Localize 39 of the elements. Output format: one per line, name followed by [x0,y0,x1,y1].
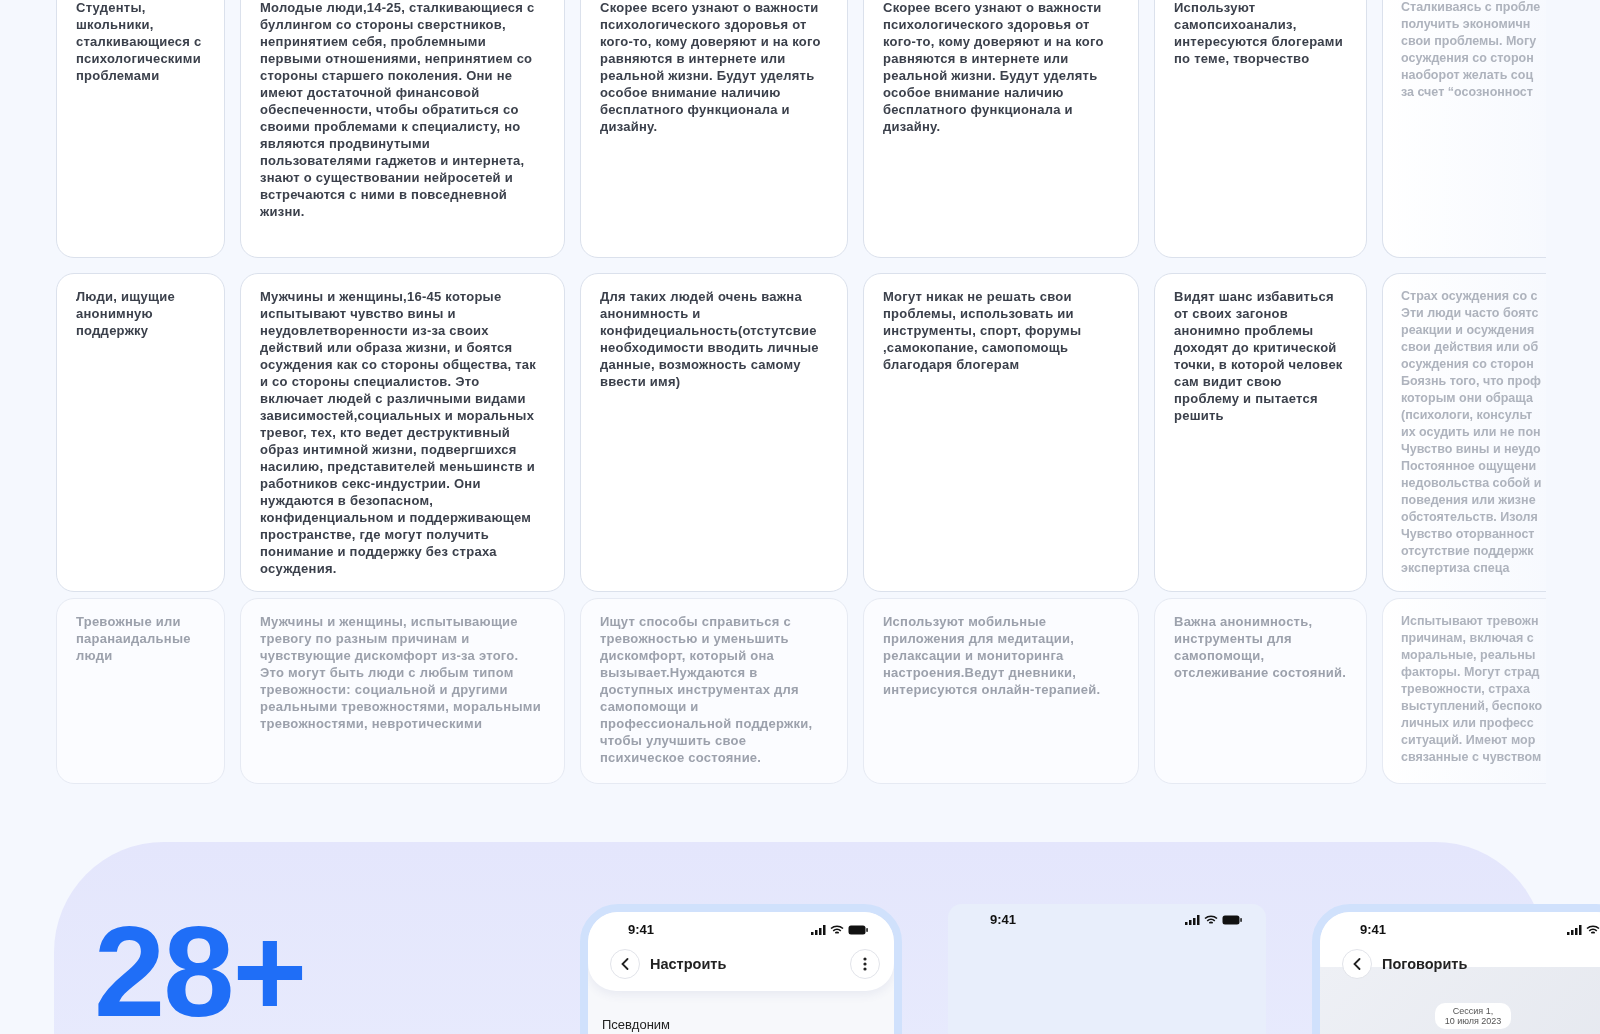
table-cell: Страх осуждения со с Эти люди часто боятс реакции и осуждения свои действия или об осуждения со сторон Боязнь того, что проф которым они обраща (психологи, консульт их осудить или не пон Чувство вины и неудо Постоянное ощущени недовольства собой и поведения или жизне обстоятельств. Изоля Чувство оторванност отсутствие поддержк экспертиза спеца [1382,273,1546,592]
battery-icon [1222,914,1242,925]
table-cell: Для таких людей очень важна анонимность и конфидециальность(отстутсвие необходимости вводить личные данные, возможность самому ввести имя) [580,273,848,592]
status-time: 9:41 [990,912,1017,927]
chevron-left-icon [621,958,629,970]
table-cell: Видят шанс избавиться от своих загонов анонимно проблемы доходят до критической точки, в которой человек сам видит свою проблему и пытается решить [1154,273,1367,592]
signal-icon [1185,914,1200,925]
table-cell: Скорее всего узнают о важности психологического здоровья от кого-то, кому доверяют и на кого равняются в интернете или реальной жизни. Будут уделять особое внимание наличию бесплатного функционала и дизайну. [580,0,848,258]
chevron-left-icon [1353,958,1361,970]
table-cell: Люди, ищущие анонимную поддержку [56,273,225,592]
status-time: 9:41 [628,922,655,937]
table-cell: Тревожные или паранаидальные люди [56,598,225,784]
signal-icon [1567,924,1582,935]
table-cell: Могут никак не решать свои проблемы, использовать ии инструменты, спорт, форумы ,самокопание, самопомощь благодаря блогерам [863,273,1139,592]
back-button[interactable] [1342,949,1372,979]
status-time: 9:41 [1360,922,1387,937]
wifi-icon [830,924,844,935]
table-cell: Скорее всего узнают о важности психологического здоровья от кого-то, кому доверяют и на кого равняются в интернете или реальной жизни. Будут уделять особое внимание наличию бесплатного функционала и дизайну. [863,0,1139,258]
wifi-icon [1586,924,1600,935]
field-label: Псевдоним [602,1017,671,1032]
table-cell: Используют самопсихоанализ, интересуются блогерами по теме, творчество [1154,0,1367,258]
table-cell: Испытывают тревожн причинам, включая с моральные, реальны факторы. Могут страд тревожности, страха выступлений, беспоко личных или професс ситуаций. Имеют мор связанные с чувством [1382,598,1546,784]
table-cell: Используют мобильные приложения для медитации, релаксации и мониторинга настроения.Ведут дневники, интерисуются онлайн-терапией. [863,598,1139,784]
table-cell: Сталкиваясь с пробле получить экономичн свои проблемы. Могу осуждения со сторон наоборот желать соц за счет “осознонност [1382,0,1546,258]
table-cell: Студенты, школьники, сталкивающиеся с психологическими проблемами [56,0,225,258]
back-button[interactable] [610,949,640,979]
more-icon [863,957,867,971]
table-cell: Мужчины и женщины, испытывающие тревогу по разным причинам и чувствующие дискомфорт из-за этого. Это могут быть люди с любым типом тревожности: социальной и другими реальными тревожностями, моральными тревожностями, невротическими [240,598,565,784]
table-cell: Молодые люди,14-25, сталкивающиеся с буллингом со стороны сверстников, непринятием себя, проблемными первыми отношениями, непринятием со стороны старшего поколения. Они не имеют достаточной финансовой обеспеченности, чтобы обратиться со своими проблемами к специалисту, но являются продвинутыми пользователями гаджетов и интернета, знают о существовании нейросетей и встречаются с ними в повседневной жизни. [240,0,565,258]
battery-icon [848,924,868,935]
table-cell: Важна анонимность, инструменты для самопомощи, отслеживание состояний. [1154,598,1367,784]
table-cell: Ищут способы справиться с тревожностью и уменьшить дискомфорт, который она вызывает.Нуждаются в доступных инструментах для самопомощи и профессиональной поддержки, чтобы улучшить свое психическое состояние. [580,598,848,784]
stat-number: 28+ [93,899,307,1034]
table-cell: Мужчины и женщины,16-45 которые испытывают чувство вины и неудовлетворенности из-за своих действий или образа жизни, и боятся осуждения как со стороны общества, так и со стороны специалистов. Это включает людей с различными видами зависимостей,социальных и моральных тревог, тех, кто ведет деструктивный образ интимной жизни, подвергшихся насилию, представителей меньшинств и работников секс-индустрии. Они нуждаются в безопасном, конфиденциальном и поддерживающем пространстве, где могут получить понимание и поддержку без страха осуждения. [240,273,565,592]
session-date-chip: Сессия 1, 10 июля 2023 [1434,1003,1512,1029]
screen-title: Настроить [650,956,727,972]
screen-title: Поговорить [1382,956,1468,972]
signal-icon [811,924,826,935]
wifi-icon [1204,914,1218,925]
